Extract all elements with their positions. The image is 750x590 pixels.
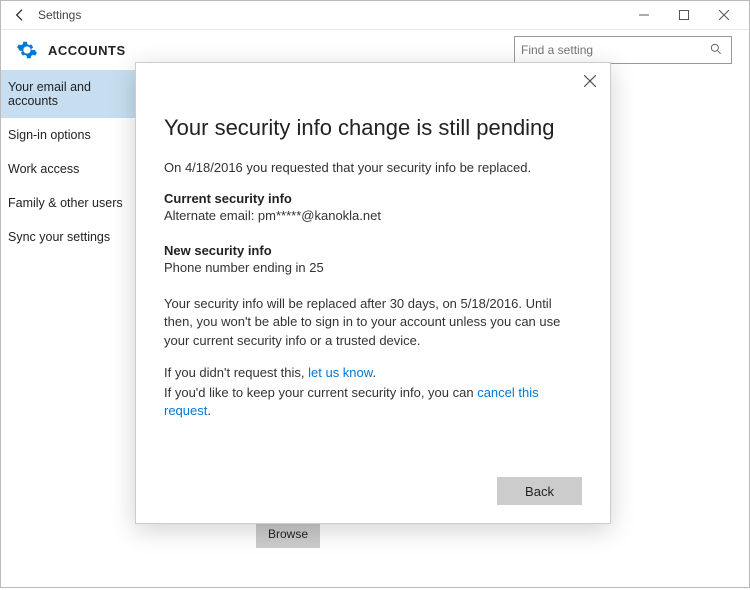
security-info-dialog: Your security info change is still pendi… [135, 62, 611, 524]
sidebar-item-work-access[interactable]: Work access [0, 152, 135, 186]
search-icon [709, 42, 725, 58]
new-info-label: New security info [164, 243, 582, 258]
minimize-button[interactable] [624, 1, 664, 29]
keep-prefix: If you'd like to keep your current secur… [164, 385, 477, 400]
sidebar: Your email and accounts Sign-in options … [0, 70, 135, 590]
dialog-intro: On 4/18/2016 you requested that your sec… [164, 159, 582, 177]
let-us-know-link[interactable]: let us know [308, 365, 372, 380]
not-request-prefix: If you didn't request this, [164, 365, 308, 380]
close-dialog-button[interactable] [578, 69, 602, 93]
sidebar-item-sync-settings[interactable]: Sync your settings [0, 220, 135, 254]
titlebar: Settings [0, 0, 750, 30]
dialog-title: Your security info change is still pendi… [164, 115, 582, 141]
current-info-label: Current security info [164, 191, 582, 206]
sidebar-item-email-accounts[interactable]: Your email and accounts [0, 70, 135, 118]
close-window-button[interactable] [704, 1, 744, 29]
not-request-suffix: . [372, 365, 376, 380]
browse-button[interactable]: Browse [256, 520, 320, 548]
back-button[interactable] [6, 1, 34, 29]
keep-line: If you'd like to keep your current secur… [164, 384, 582, 420]
current-info-value: Alternate email: pm*****@kanokla.net [164, 208, 582, 223]
new-info-value: Phone number ending in 25 [164, 260, 582, 275]
search-box[interactable] [514, 36, 732, 64]
window-title: Settings [38, 8, 81, 22]
search-input[interactable] [521, 43, 709, 57]
section-title: ACCOUNTS [48, 43, 126, 58]
gear-icon [16, 39, 38, 61]
keep-suffix: . [207, 403, 211, 418]
back-button-dialog[interactable]: Back [497, 477, 582, 505]
dialog-notice: Your security info will be replaced afte… [164, 295, 582, 350]
not-request-line: If you didn't request this, let us know. [164, 364, 582, 382]
maximize-button[interactable] [664, 1, 704, 29]
sidebar-item-signin-options[interactable]: Sign-in options [0, 118, 135, 152]
sidebar-item-family-users[interactable]: Family & other users [0, 186, 135, 220]
